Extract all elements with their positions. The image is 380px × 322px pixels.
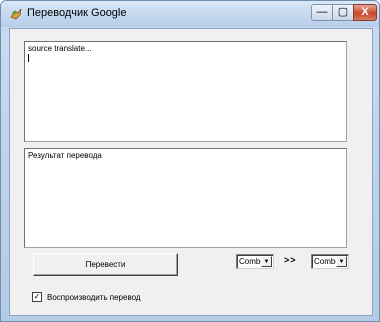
source-text-input[interactable]: source translate... xyxy=(24,41,347,142)
minimize-button[interactable]: — xyxy=(311,4,333,21)
translate-button-label: Перевести xyxy=(85,260,126,269)
app-bird-icon xyxy=(10,8,22,20)
play-translation-option[interactable]: ✓ Воспроизводить перевод xyxy=(32,292,141,302)
close-button[interactable]: X xyxy=(353,4,377,21)
source-text: source translate... xyxy=(28,44,92,53)
play-translation-label: Воспроизводить перевод xyxy=(47,292,141,302)
window-title: Переводчик Google xyxy=(27,7,127,19)
source-language-combo[interactable]: Combo ▼ xyxy=(236,254,274,269)
direction-arrows: >> xyxy=(284,255,297,265)
maximize-icon: ▢ xyxy=(337,6,349,18)
minimize-icon: — xyxy=(316,6,328,18)
result-text-area[interactable]: Результат перевода xyxy=(24,148,347,248)
dropdown-arrow-icon[interactable]: ▼ xyxy=(336,256,347,267)
target-language-combo[interactable]: Combo ▼ xyxy=(311,254,349,269)
result-text: Результат перевода xyxy=(28,151,102,160)
play-translation-checkbox[interactable]: ✓ xyxy=(32,292,42,302)
translate-button[interactable]: Перевести xyxy=(33,253,178,276)
title-bar[interactable]: Переводчик Google — ▢ X xyxy=(1,1,379,27)
dropdown-arrow-icon[interactable]: ▼ xyxy=(261,256,272,267)
text-caret xyxy=(28,54,29,62)
close-icon: X xyxy=(361,6,369,18)
checkmark-icon: ✓ xyxy=(33,292,41,301)
maximize-button[interactable]: ▢ xyxy=(332,4,354,21)
